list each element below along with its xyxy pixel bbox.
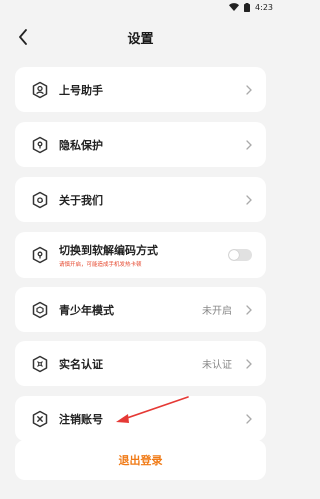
chevron-right-icon: [242, 139, 252, 151]
soft-decode-toggle[interactable]: [228, 249, 252, 261]
settings-item-teen-mode[interactable]: 青少年模式 未开启: [15, 287, 266, 332]
teen-mode-status: 未开启: [202, 306, 232, 317]
page-title: 设置: [127, 31, 154, 47]
settings-item-label: 隐私保护: [59, 138, 103, 152]
status-time: 4:23: [255, 2, 273, 12]
status-bar: 4:23: [0, 0, 281, 14]
settings-item-label: 实名认证: [59, 357, 103, 371]
toggle-knob: [229, 250, 239, 260]
settings-item-about[interactable]: 关于我们: [15, 177, 266, 222]
decoder-icon: [29, 244, 51, 266]
settings-item-label: 上号助手: [59, 83, 103, 97]
settings-item-warning: 请慎开启，可能造成手机发热卡顿: [59, 262, 142, 268]
chevron-right-icon: [242, 194, 252, 206]
chevron-right-icon: [242, 304, 252, 316]
back-button[interactable]: [12, 26, 34, 48]
settings-item-label: 关于我们: [59, 193, 103, 207]
settings-item-soft-decode: 切换到软解编码方式 请慎开启，可能造成手机发热卡顿: [15, 232, 266, 278]
user-shield-icon: [29, 79, 51, 101]
settings-item-label: 切换到软解编码方式: [59, 244, 158, 257]
annotation-arrow-icon: [116, 396, 189, 423]
privacy-lock-icon: [29, 134, 51, 156]
chevron-right-icon: [242, 413, 252, 425]
chevron-right-icon: [242, 358, 252, 370]
chevron-right-icon: [242, 84, 252, 96]
settings-item-real-name[interactable]: 实名认证 未认证: [15, 341, 266, 386]
settings-item-privacy[interactable]: 隐私保护: [15, 122, 266, 167]
chevron-left-icon: [19, 29, 27, 45]
teen-mode-icon: [29, 299, 51, 321]
real-name-icon: [29, 353, 51, 375]
settings-item-account-helper[interactable]: 上号助手: [15, 67, 266, 112]
cancel-account-icon: [29, 408, 51, 430]
header: 设置: [0, 22, 281, 52]
logout-button[interactable]: 退出登录: [15, 440, 266, 480]
battery-icon: [244, 2, 251, 12]
about-icon: [29, 189, 51, 211]
real-name-status: 未认证: [202, 360, 232, 371]
wifi-icon: [229, 3, 240, 11]
settings-item-label: 青少年模式: [59, 303, 114, 317]
logout-label: 退出登录: [118, 454, 163, 467]
